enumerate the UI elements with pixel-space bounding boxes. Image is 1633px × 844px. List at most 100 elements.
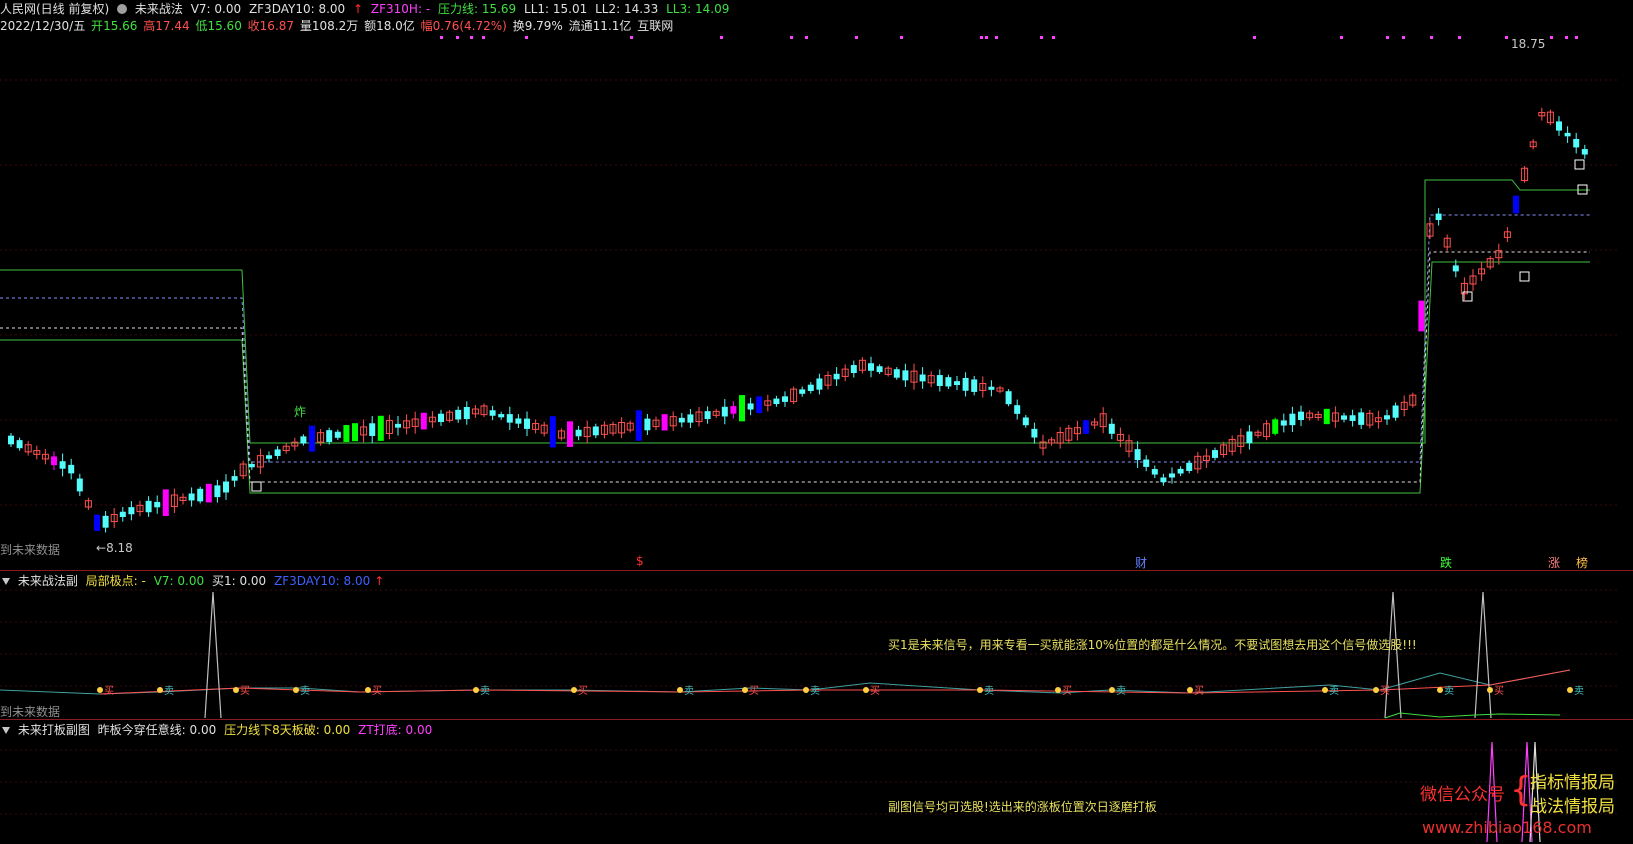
signal-dot bbox=[1055, 687, 1061, 693]
candle-body bbox=[1246, 431, 1253, 444]
candle-body bbox=[833, 373, 840, 380]
sub1-zf3day: ZF3DAY10: 8.00 bbox=[274, 574, 371, 588]
header-v7: V7: 0.00 bbox=[190, 2, 242, 16]
signal-marker: 买 bbox=[578, 685, 588, 697]
square-marker bbox=[1519, 271, 1530, 282]
candle-body bbox=[524, 418, 530, 429]
signal-marker: 卖 bbox=[300, 685, 310, 697]
info-float: 11.1亿 bbox=[592, 19, 632, 33]
sub1-collapse-icon[interactable] bbox=[2, 578, 10, 585]
candle-body bbox=[498, 414, 505, 418]
candle-body bbox=[300, 436, 307, 444]
signal-dot bbox=[900, 36, 903, 39]
main-price-chart[interactable] bbox=[0, 0, 1633, 562]
info-open-label: 开 bbox=[91, 19, 104, 33]
candle-body bbox=[1272, 419, 1279, 434]
ll1-line bbox=[0, 214, 1590, 463]
sub1-name[interactable]: 未来战法副 bbox=[18, 574, 78, 588]
info-vol: 108.2万 bbox=[311, 19, 359, 33]
watermark-brand2: 战法情报局 bbox=[1530, 797, 1615, 817]
signal-marker: 卖 bbox=[164, 685, 174, 697]
signal-dot bbox=[742, 687, 748, 693]
candle-body bbox=[266, 455, 272, 459]
candle-body bbox=[902, 370, 909, 381]
candle-body bbox=[377, 415, 384, 441]
candle-body bbox=[962, 377, 969, 391]
candle-body bbox=[876, 366, 883, 373]
candle-body bbox=[661, 414, 668, 431]
marker-die: 跌 bbox=[1440, 556, 1453, 570]
info-change-label: 幅 bbox=[420, 19, 433, 33]
pressure-line bbox=[0, 179, 1590, 444]
candle-body bbox=[1186, 462, 1193, 471]
candle-body bbox=[51, 456, 57, 466]
candle-body bbox=[1341, 415, 1347, 420]
indicator-name[interactable]: 未来战法 bbox=[135, 2, 183, 16]
candle-body bbox=[936, 375, 943, 386]
candle-body bbox=[1392, 405, 1399, 418]
candle-body bbox=[205, 483, 212, 503]
candle-body bbox=[326, 430, 333, 442]
signal-dot bbox=[456, 36, 459, 39]
indicator-settings-icon[interactable] bbox=[117, 4, 128, 14]
signal-marker: 卖 bbox=[684, 685, 694, 697]
candle-body bbox=[515, 418, 522, 424]
candle-body bbox=[1031, 428, 1038, 438]
sub2-name[interactable]: 未来打板副图 bbox=[18, 723, 90, 737]
header-zf310h: ZF310H: - bbox=[370, 2, 431, 16]
candle-body bbox=[231, 476, 238, 481]
candle-body bbox=[1298, 411, 1304, 421]
sub1-up-arrow-icon: ↑ bbox=[374, 574, 385, 588]
candle-body bbox=[16, 440, 23, 449]
candle-body bbox=[94, 514, 100, 531]
candle-body bbox=[782, 396, 788, 402]
signal-dot bbox=[677, 687, 683, 693]
candle-body bbox=[799, 389, 806, 394]
signal-dot bbox=[1505, 36, 1508, 39]
signal-dot bbox=[863, 687, 869, 693]
info-float-label: 流通 bbox=[568, 19, 593, 33]
signal-dot bbox=[1052, 36, 1055, 39]
candle-body bbox=[756, 396, 763, 414]
candle-body bbox=[274, 449, 281, 456]
stock-name: 人民网(日线 前复权) bbox=[0, 2, 110, 16]
candle-body bbox=[1083, 420, 1089, 434]
candle-body bbox=[1280, 420, 1287, 426]
signal-marker: 买 bbox=[1494, 685, 1504, 697]
candle-body bbox=[1384, 415, 1390, 420]
candle-body bbox=[945, 377, 952, 387]
sub2-collapse-icon[interactable] bbox=[2, 727, 10, 734]
sub2-line3: ZT打底: 0.00 bbox=[358, 723, 433, 737]
signal-marker: 买 bbox=[372, 685, 382, 697]
signal-dot bbox=[1340, 36, 1343, 39]
signal-dot bbox=[233, 687, 239, 693]
signal-marker: 卖 bbox=[1444, 685, 1454, 697]
signal-dot bbox=[1187, 687, 1193, 693]
candle-body bbox=[1177, 468, 1184, 474]
candle-body bbox=[145, 500, 152, 513]
signal-dot bbox=[440, 36, 443, 39]
marker-cai: 财 bbox=[1135, 556, 1148, 570]
candle-body bbox=[721, 406, 728, 417]
future-data-label-sub1: 到未来数据 bbox=[0, 705, 61, 719]
candle-body bbox=[438, 413, 444, 423]
info-change: 0.76(4.72%) bbox=[432, 19, 507, 33]
candle-body bbox=[395, 423, 401, 428]
candle-body bbox=[747, 403, 754, 410]
info-open: 15.66 bbox=[103, 19, 138, 33]
candle-body bbox=[248, 463, 255, 468]
candle-body bbox=[1108, 423, 1115, 434]
header-ll3: LL3: 14.09 bbox=[666, 2, 730, 16]
info-vol-label: 量 bbox=[299, 19, 312, 33]
candle-body bbox=[1418, 300, 1425, 332]
up-arrow-icon: ↑ bbox=[353, 2, 364, 16]
header-ll2: LL2: 14.33 bbox=[595, 2, 659, 16]
candle-body bbox=[678, 417, 685, 423]
signal-dot bbox=[1550, 36, 1553, 39]
candle-body bbox=[773, 398, 780, 405]
marker-dollar: $ bbox=[636, 554, 644, 568]
candle-body bbox=[334, 431, 341, 438]
candle-body bbox=[162, 489, 169, 517]
ll3-line bbox=[0, 261, 1590, 494]
sub1-note: 买1是未来信号，用来专看一买就能涨10%位置的都是什么情况。不要试图想去用这个信… bbox=[888, 638, 1417, 652]
